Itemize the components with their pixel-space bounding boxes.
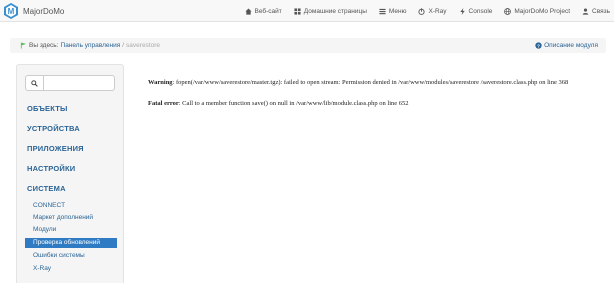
breadcrumb-home: Вы здесь: [29, 42, 59, 49]
nav-item-label: Console [468, 7, 493, 15]
nav-item-label: MajorDoMo Project [514, 7, 571, 15]
search-button[interactable] [26, 76, 44, 90]
power-icon [418, 7, 426, 15]
warning-text: : fopen(/var/www/saverestore/master.tgz)… [172, 79, 569, 86]
sidebar-search [25, 75, 115, 91]
sidebar-subitem-market[interactable]: Маркет дополнений [25, 213, 117, 223]
question-circle-icon: ? [535, 42, 542, 49]
user-icon [582, 8, 589, 15]
fatal-error-label: Fatal error [148, 100, 179, 107]
warning-label: Warning [148, 79, 173, 86]
sidebar-subitem-system-errors[interactable]: Ошибки системы [25, 251, 117, 261]
svg-text:M: M [8, 7, 15, 16]
breadcrumb-separator: / [122, 42, 125, 49]
sidebar-subitem-check-updates[interactable]: Проверка обновлений [25, 238, 117, 248]
globe-icon [504, 7, 512, 15]
main-content: Warning: fopen(/var/www/saverestore/mast… [148, 78, 588, 120]
brand-name: MajorDoMo [23, 6, 65, 16]
warning-message: Warning: fopen(/var/www/saverestore/mast… [148, 78, 588, 87]
sidebar-subitem-modules[interactable]: Модули [25, 225, 117, 235]
nav-item-xray[interactable]: X-Ray [418, 7, 447, 15]
sidebar-item-system[interactable]: СИСТЕМА [27, 184, 66, 193]
search-input[interactable] [45, 76, 114, 90]
svg-text:?: ? [537, 43, 540, 49]
sidebar: ОБЪЕКТЫ УСТРОЙСТВА ПРИЛОЖЕНИЯ НАСТРОЙКИ … [16, 64, 124, 283]
nav-item-home-pages[interactable]: Домашние страницы [294, 8, 367, 15]
nav-item-label: Веб-сайт [254, 7, 282, 15]
fatal-error-text: : Call to a member function save() on nu… [178, 100, 409, 107]
nav-items: Веб-сайт Домашние страницы Меню X-Ray Co… [233, 0, 610, 22]
nav-item-label: Меню [388, 7, 407, 15]
nav-item-project[interactable]: MajorDoMo Project [504, 8, 570, 15]
breadcrumb-trail: Вы здесь: Панель управления / saverestor… [20, 38, 160, 53]
flash-icon [459, 7, 465, 15]
nav-item-contact[interactable]: Связь [582, 8, 610, 15]
nav-item-console[interactable]: Console [459, 7, 493, 15]
flag-icon [20, 42, 27, 49]
module-description-label: Описание модуля [544, 42, 598, 49]
sidebar-item-applications[interactable]: ПРИЛОЖЕНИЯ [27, 144, 84, 153]
nav-item-label: Домашние страницы [303, 7, 367, 15]
grid-icon [294, 7, 301, 15]
sidebar-item-devices[interactable]: УСТРОЙСТВА [27, 124, 80, 133]
nav-item-label: X-Ray [428, 7, 447, 15]
nav-item-label: Связь [592, 7, 610, 15]
search-icon [31, 79, 38, 87]
sidebar-subitem-connect[interactable]: CONNECT [25, 201, 117, 211]
breadcrumb-current: saverestore [126, 42, 161, 49]
top-navbar: M MajorDoMo Веб-сайт Домашние страницы М… [0, 0, 614, 22]
nav-item-website[interactable]: Веб-сайт [244, 7, 282, 15]
breadcrumb-link-control-panel[interactable]: Панель управления [61, 42, 121, 49]
module-description-link[interactable]: ? Описание модуля [535, 38, 598, 53]
sidebar-subitem-xray[interactable]: X-Ray [25, 264, 117, 274]
nav-item-menu[interactable]: Меню [379, 7, 407, 15]
sidebar-item-objects[interactable]: ОБЪЕКТЫ [27, 104, 68, 113]
fatal-error-message: Fatal error: Call to a member function s… [148, 99, 588, 108]
breadcrumb: Вы здесь: Панель управления / saverestor… [10, 38, 606, 53]
list-icon [379, 8, 386, 14]
home-icon [244, 7, 252, 15]
brand[interactable]: M MajorDoMo [4, 2, 64, 20]
majordomo-logo-icon: M [4, 3, 18, 19]
sidebar-item-settings[interactable]: НАСТРОЙКИ [27, 164, 75, 173]
